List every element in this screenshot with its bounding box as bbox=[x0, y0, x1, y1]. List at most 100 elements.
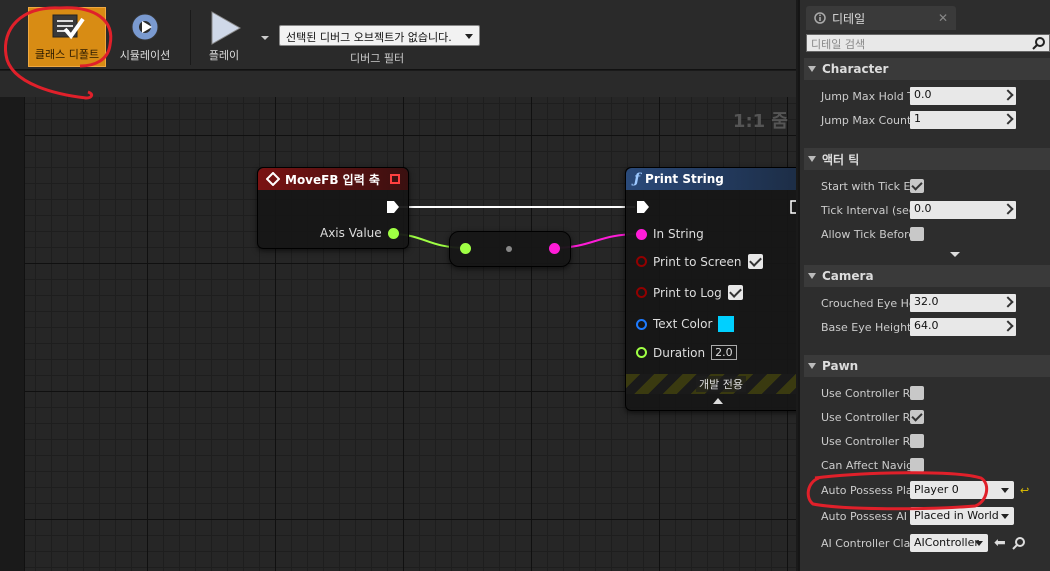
prop-label: Use Controller Rot bbox=[821, 386, 910, 400]
dropdown-value: Player 0 bbox=[914, 483, 959, 496]
prop-ai-controller-class: AI Controller Clas AIController ⬅ bbox=[804, 531, 1050, 555]
print-to-log-pin[interactable] bbox=[636, 287, 647, 298]
print-to-screen-checkbox[interactable] bbox=[747, 254, 763, 269]
info-icon bbox=[814, 12, 826, 24]
spin-grip-icon bbox=[1002, 89, 1014, 101]
start-with-tick-checkbox[interactable] bbox=[910, 179, 924, 193]
use-controller-rot-yaw-checkbox[interactable] bbox=[910, 410, 924, 424]
conversion-output-pin[interactable] bbox=[549, 243, 560, 254]
prop-label: Jump Max Hold T bbox=[821, 89, 910, 103]
toolbar: 클래스 디폴트 시뮬레이션 플레이 선택된 디버그 오브젝트가 없습니다. 디버… bbox=[0, 0, 796, 70]
spin-grip-icon bbox=[1002, 320, 1014, 332]
prop-label: Allow Tick Before bbox=[821, 227, 910, 241]
chevron-down-icon bbox=[1001, 514, 1009, 519]
section-character-title: Character bbox=[822, 62, 889, 76]
spin-grip-icon bbox=[1002, 113, 1014, 125]
exec-out-pin[interactable] bbox=[386, 200, 400, 214]
field-value: 64.0 bbox=[914, 319, 939, 332]
duration-pin-row[interactable]: Duration 2.0 bbox=[636, 345, 737, 360]
spin-grip-icon bbox=[1002, 296, 1014, 308]
duration-value-field[interactable]: 2.0 bbox=[711, 345, 737, 360]
prop-label: Use Controller Rot bbox=[821, 410, 910, 424]
section-actor-tick-title: 액터 틱 bbox=[822, 152, 860, 167]
prop-crouched-eye-height: Crouched Eye Hei 32.0 bbox=[804, 291, 1050, 315]
float-to-string-conversion-node[interactable] bbox=[449, 231, 571, 267]
simulation-button[interactable]: 시뮬레이션 bbox=[112, 7, 178, 67]
advanced-expand-chevron-down-icon[interactable] bbox=[948, 250, 962, 260]
prop-can-affect-navigation: Can Affect Naviga bbox=[804, 453, 1050, 477]
details-tab-title: 디테일 bbox=[832, 11, 866, 26]
prop-label: Base Eye Height bbox=[821, 320, 910, 334]
prop-auto-possess-player: Auto Possess Pla Player 0 ↩ bbox=[804, 478, 1050, 502]
axis-value-pin[interactable] bbox=[387, 227, 399, 239]
section-camera[interactable]: Camera bbox=[804, 265, 1050, 287]
print-string-node-header[interactable]: ƒ Print String bbox=[626, 168, 796, 190]
can-affect-navigation-checkbox[interactable] bbox=[910, 458, 924, 472]
use-controller-rot-pitch-checkbox[interactable] bbox=[910, 386, 924, 400]
prop-label: Jump Max Count bbox=[821, 113, 910, 127]
prop-use-controller-rot-roll: Use Controller Rot bbox=[804, 429, 1050, 453]
print-to-log-label: Print to Log bbox=[653, 285, 722, 300]
auto-possess-ai-dropdown[interactable]: Placed in World bbox=[910, 507, 1014, 525]
allow-tick-before-checkbox[interactable] bbox=[910, 227, 924, 241]
browse-search-icon[interactable] bbox=[1012, 536, 1026, 550]
in-string-pin-row[interactable]: In String bbox=[636, 227, 704, 241]
debug-object-select[interactable]: 선택된 디버그 오브젝트가 없습니다. bbox=[279, 25, 480, 46]
axis-value-pin-row[interactable]: Axis Value bbox=[320, 226, 399, 240]
conversion-input-pin[interactable] bbox=[460, 243, 471, 254]
class-defaults-icon bbox=[52, 14, 85, 40]
crouched-eye-height-field[interactable]: 32.0 bbox=[910, 294, 1016, 312]
debug-filter-label: 디버그 필터 bbox=[350, 52, 405, 65]
collapse-arrow-icon bbox=[808, 363, 816, 369]
section-pawn[interactable]: Pawn bbox=[804, 355, 1050, 377]
close-icon[interactable]: ✕ bbox=[938, 11, 948, 25]
dropdown-value: AIController bbox=[914, 536, 979, 549]
delegate-pin-icon[interactable] bbox=[390, 174, 400, 184]
section-character[interactable]: Character bbox=[804, 58, 1050, 80]
prop-auto-possess-ai: Auto Possess AI Placed in World bbox=[804, 504, 1050, 528]
play-label: 플레이 bbox=[208, 49, 240, 62]
play-options-chevron-down-icon[interactable] bbox=[258, 33, 272, 43]
print-to-screen-pin-row[interactable]: Print to Screen bbox=[636, 254, 763, 269]
text-color-pin[interactable] bbox=[636, 318, 647, 330]
section-camera-title: Camera bbox=[822, 269, 874, 283]
details-search-input[interactable]: 디테일 검색 bbox=[806, 34, 1050, 52]
in-string-pin[interactable] bbox=[636, 228, 647, 240]
duration-label: Duration bbox=[653, 345, 706, 360]
use-controller-rot-roll-checkbox[interactable] bbox=[910, 434, 924, 448]
prop-label: Can Affect Naviga bbox=[821, 458, 910, 472]
reset-to-default-icon[interactable]: ↩ bbox=[1020, 484, 1029, 497]
blueprint-graph[interactable]: 1:1 줌 MoveFB 입력 축 Axis Value ƒ Print Str… bbox=[24, 97, 796, 571]
prop-label: Auto Possess Pla bbox=[821, 483, 910, 497]
play-button[interactable]: 플레이 bbox=[196, 7, 252, 67]
ai-controller-class-dropdown[interactable]: AIController bbox=[910, 534, 988, 552]
jump-max-hold-field[interactable]: 0.0 bbox=[910, 87, 1016, 105]
expand-arrow-icon[interactable] bbox=[712, 396, 724, 406]
text-color-swatch[interactable] bbox=[718, 316, 735, 332]
print-string-node[interactable]: ƒ Print String In String Print to Screen… bbox=[625, 167, 796, 411]
auto-possess-player-dropdown[interactable]: Player 0 bbox=[910, 481, 1014, 499]
class-defaults-button[interactable]: 클래스 디폴트 bbox=[28, 7, 106, 67]
field-value: 0.0 bbox=[914, 202, 932, 215]
prop-jump-max-count: Jump Max Count 1 bbox=[804, 108, 1050, 132]
print-to-screen-pin[interactable] bbox=[636, 256, 647, 267]
base-eye-height-field[interactable]: 64.0 bbox=[910, 318, 1016, 336]
jump-max-count-field[interactable]: 1 bbox=[910, 111, 1016, 129]
event-diamond-icon bbox=[266, 172, 280, 186]
input-axis-node[interactable]: MoveFB 입력 축 Axis Value bbox=[257, 167, 409, 249]
exec-in-pin[interactable] bbox=[636, 200, 650, 214]
details-tab[interactable]: 디테일 ✕ bbox=[806, 6, 956, 30]
in-string-label: In String bbox=[653, 227, 704, 241]
tick-interval-field[interactable]: 0.0 bbox=[910, 201, 1016, 219]
spin-grip-icon bbox=[1002, 203, 1014, 215]
use-selected-arrow-icon[interactable]: ⬅ bbox=[994, 535, 1006, 551]
print-to-log-checkbox[interactable] bbox=[727, 285, 743, 300]
duration-pin[interactable] bbox=[636, 347, 647, 358]
print-to-log-pin-row[interactable]: Print to Log bbox=[636, 285, 743, 300]
section-actor-tick[interactable]: 액터 틱 bbox=[804, 148, 1050, 170]
input-axis-node-header[interactable]: MoveFB 입력 축 bbox=[258, 168, 408, 190]
exec-out-pin[interactable] bbox=[790, 200, 796, 214]
text-color-pin-row[interactable]: Text Color bbox=[636, 316, 735, 332]
section-pawn-title: Pawn bbox=[822, 359, 859, 373]
text-color-label: Text Color bbox=[653, 317, 713, 331]
